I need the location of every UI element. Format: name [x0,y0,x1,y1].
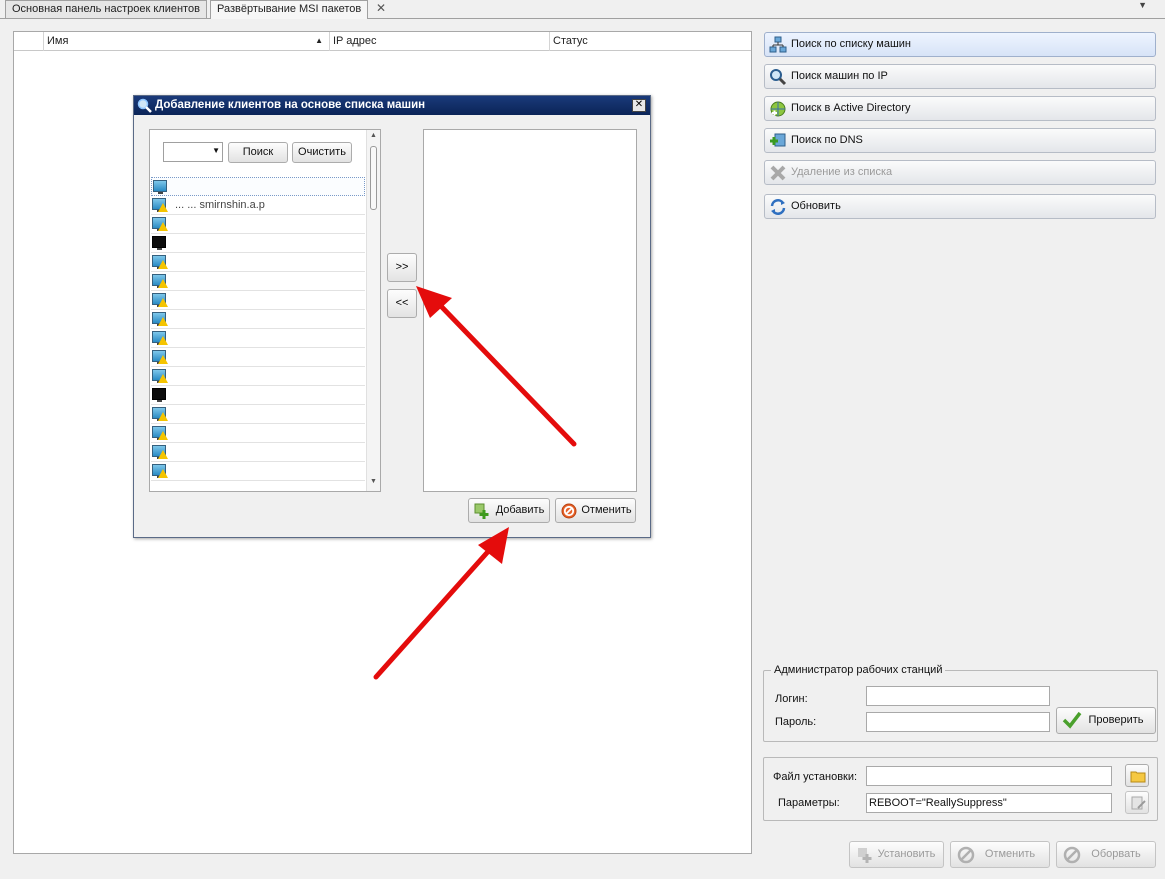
red-arrow-lower [373,543,496,680]
red-arrow-upper [434,299,577,447]
annotation-arrows [373,286,577,680]
